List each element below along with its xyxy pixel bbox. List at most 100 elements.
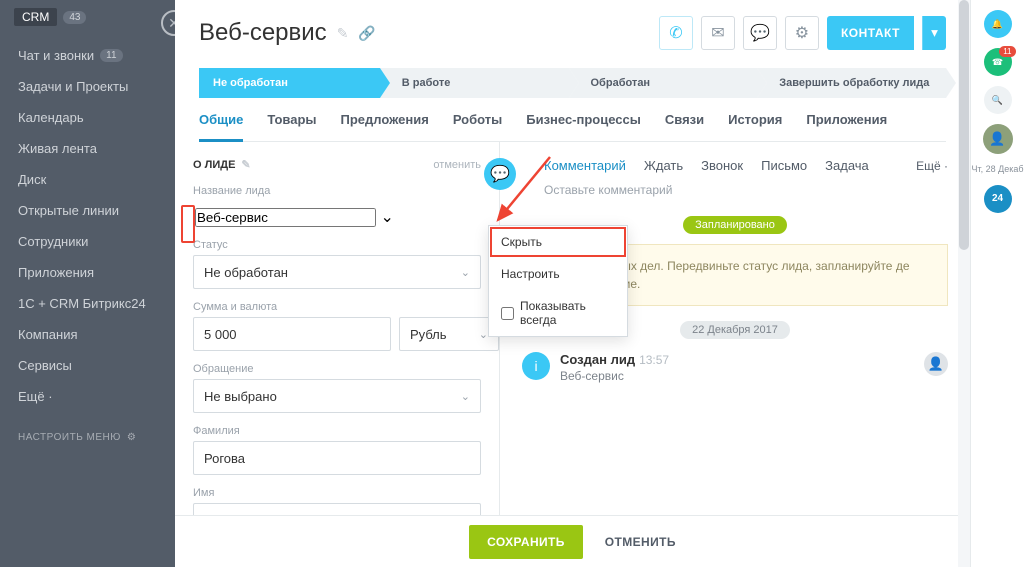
tl-tab-wait[interactable]: Ждать bbox=[644, 158, 683, 173]
sidebar-item-disk[interactable]: Диск bbox=[0, 164, 175, 195]
tab-applications[interactable]: Приложения bbox=[806, 112, 887, 141]
lead-form-column: О ЛИДЕ ✎ отменить Название лида ⌄ Статус… bbox=[175, 142, 500, 515]
sidebar-item-1c[interactable]: 1C + CRM Битрикс24 bbox=[0, 288, 175, 319]
tab-products[interactable]: Товары bbox=[267, 112, 316, 141]
crm-count-badge: 43 bbox=[63, 11, 86, 24]
search-icon[interactable]: 🔍 bbox=[984, 86, 1012, 114]
dialer-icon[interactable]: ☎11 bbox=[984, 48, 1012, 76]
stage-label: Завершить обработку лида bbox=[779, 77, 929, 89]
info-icon: i bbox=[522, 352, 550, 380]
always-show-checkbox[interactable] bbox=[501, 307, 514, 320]
currency-select[interactable]: Рубль ⌄ bbox=[399, 317, 499, 351]
amount-field[interactable] bbox=[193, 317, 391, 351]
menu-configure[interactable]: Настроить bbox=[489, 258, 627, 290]
contact-button[interactable]: КОНТАКТ bbox=[827, 16, 914, 50]
sidebar-item-label: 1C + CRM Битрикс24 bbox=[18, 296, 146, 311]
contact-dropdown[interactable]: ▾ bbox=[922, 16, 946, 50]
stage-processed[interactable]: Обработан bbox=[569, 68, 758, 98]
sidebar-item-open-lines[interactable]: Открытые линии bbox=[0, 195, 175, 226]
tab-bp[interactable]: Бизнес-процессы bbox=[526, 112, 641, 141]
crm-pill[interactable]: CRM bbox=[14, 8, 57, 26]
timeline-title: Создан лид bbox=[560, 352, 635, 367]
chevron-down-icon[interactable]: ⌄ bbox=[380, 209, 393, 226]
status-value: Не обработан bbox=[204, 265, 288, 280]
sidebar-item-feed[interactable]: Живая лента bbox=[0, 133, 175, 164]
sidebar-item-label: Приложения bbox=[18, 265, 94, 280]
sidebar-menu: Чат и звонки11 Задачи и Проекты Календар… bbox=[0, 34, 175, 418]
stage-label: Не обработан bbox=[213, 77, 288, 89]
mail-icon[interactable]: ✉ bbox=[701, 16, 735, 50]
footer: СОХРАНИТЬ ОТМЕНИТЬ bbox=[175, 515, 970, 567]
status-label: Статус bbox=[193, 239, 481, 251]
phone-icon[interactable]: ✆ bbox=[659, 16, 693, 50]
tab-links[interactable]: Связи bbox=[665, 112, 704, 141]
user-avatar-icon[interactable]: 👤 bbox=[924, 352, 948, 376]
pencil-icon[interactable]: ✎ bbox=[241, 158, 250, 171]
sidebar-item-calendar[interactable]: Календарь bbox=[0, 102, 175, 133]
tab-history[interactable]: История bbox=[728, 112, 782, 141]
cancel-edit[interactable]: отменить bbox=[433, 159, 481, 171]
tl-tab-call[interactable]: Звонок bbox=[701, 158, 743, 173]
bell-icon[interactable]: 🔔 bbox=[984, 10, 1012, 38]
salutation-select[interactable]: Не выбрано ⌄ bbox=[193, 379, 481, 413]
stage-label: В работе bbox=[402, 77, 451, 89]
menu-always-show[interactable]: Показывать всегда bbox=[489, 290, 627, 336]
pencil-icon[interactable]: ✎ bbox=[337, 25, 349, 42]
timeline-tabs: Комментарий Ждать Звонок Письмо Задача Е… bbox=[522, 158, 948, 173]
sidebar-item-label: Календарь bbox=[18, 110, 84, 125]
tab-robots[interactable]: Роботы bbox=[453, 112, 502, 141]
link-icon[interactable]: 🔗 bbox=[358, 25, 375, 42]
chat-icon[interactable]: 💬 bbox=[743, 16, 777, 50]
name-input[interactable] bbox=[195, 208, 376, 227]
sidebar-item-label: Диск bbox=[18, 172, 46, 187]
scrollbar-thumb[interactable] bbox=[959, 0, 969, 250]
menu-always-label: Показывать всегда bbox=[520, 299, 615, 327]
sidebar-item-employees[interactable]: Сотрудники bbox=[0, 226, 175, 257]
tab-offers[interactable]: Предложения bbox=[341, 112, 429, 141]
sidebar-item-more[interactable]: Ещё · bbox=[0, 381, 175, 412]
timeline-item: i Создан лид13:57 Веб-сервис 👤 bbox=[522, 352, 948, 383]
sidebar-item-chat[interactable]: Чат и звонки11 bbox=[0, 40, 175, 71]
sidebar-item-label: Ещё · bbox=[18, 389, 53, 404]
amount-label: Сумма и валюта bbox=[193, 301, 481, 313]
stage-in-work[interactable]: В работе bbox=[380, 68, 569, 98]
firstname-input[interactable] bbox=[204, 513, 470, 516]
comment-input[interactable]: Оставьте комментарий bbox=[522, 173, 948, 215]
b24-icon[interactable]: 24 bbox=[984, 185, 1012, 213]
lastname-input[interactable] bbox=[204, 451, 470, 466]
rail-date: Чт, 28 Декаб bbox=[971, 164, 1023, 175]
sidebar-item-label: Сотрудники bbox=[18, 234, 88, 249]
stage-not-processed[interactable]: Не обработан bbox=[199, 68, 380, 98]
sidebar-item-apps[interactable]: Приложения bbox=[0, 257, 175, 288]
configure-menu-label: НАСТРОИТЬ МЕНЮ bbox=[18, 432, 121, 443]
cancel-button[interactable]: ОТМЕНИТЬ bbox=[605, 535, 676, 549]
sidebar-item-company[interactable]: Компания bbox=[0, 319, 175, 350]
amount-input[interactable] bbox=[204, 327, 380, 342]
stage-finish[interactable]: Завершить обработку лида bbox=[757, 68, 946, 98]
status-select[interactable]: Не обработан ⌄ bbox=[193, 255, 481, 289]
tl-more[interactable]: Ещё · bbox=[916, 159, 948, 173]
avatar[interactable]: 👤 bbox=[983, 124, 1013, 154]
tl-tab-letter[interactable]: Письмо bbox=[761, 158, 807, 173]
firstname-field[interactable] bbox=[193, 503, 481, 515]
menu-hide[interactable]: Скрыть bbox=[489, 226, 627, 258]
name-label: Название лида bbox=[193, 185, 481, 197]
gear-icon: ⚙ bbox=[127, 432, 136, 443]
lastname-field[interactable] bbox=[193, 441, 481, 475]
sidebar-item-services[interactable]: Сервисы bbox=[0, 350, 175, 381]
comment-icon[interactable]: 💬 bbox=[484, 158, 516, 190]
sidebar-item-label: Чат и звонки bbox=[18, 48, 94, 63]
name-field[interactable]: ⌄ bbox=[195, 207, 481, 227]
chevron-down-icon: ⌄ bbox=[461, 266, 470, 279]
right-rail: 🔔 ☎11 🔍 👤 Чт, 28 Декаб 24 bbox=[970, 0, 1024, 567]
chevron-down-icon: ⌄ bbox=[479, 328, 488, 341]
sidebar-item-tasks[interactable]: Задачи и Проекты bbox=[0, 71, 175, 102]
currency-value: Рубль bbox=[410, 327, 447, 342]
gear-icon[interactable]: ⚙ bbox=[785, 16, 819, 50]
configure-menu[interactable]: НАСТРОИТЬ МЕНЮ ⚙ bbox=[0, 418, 175, 457]
tl-tab-task[interactable]: Задача bbox=[825, 158, 869, 173]
save-button[interactable]: СОХРАНИТЬ bbox=[469, 525, 583, 559]
planned-chip: Запланировано bbox=[683, 216, 787, 234]
tab-common[interactable]: Общие bbox=[199, 112, 243, 142]
tl-tab-comment[interactable]: Комментарий bbox=[544, 158, 626, 173]
